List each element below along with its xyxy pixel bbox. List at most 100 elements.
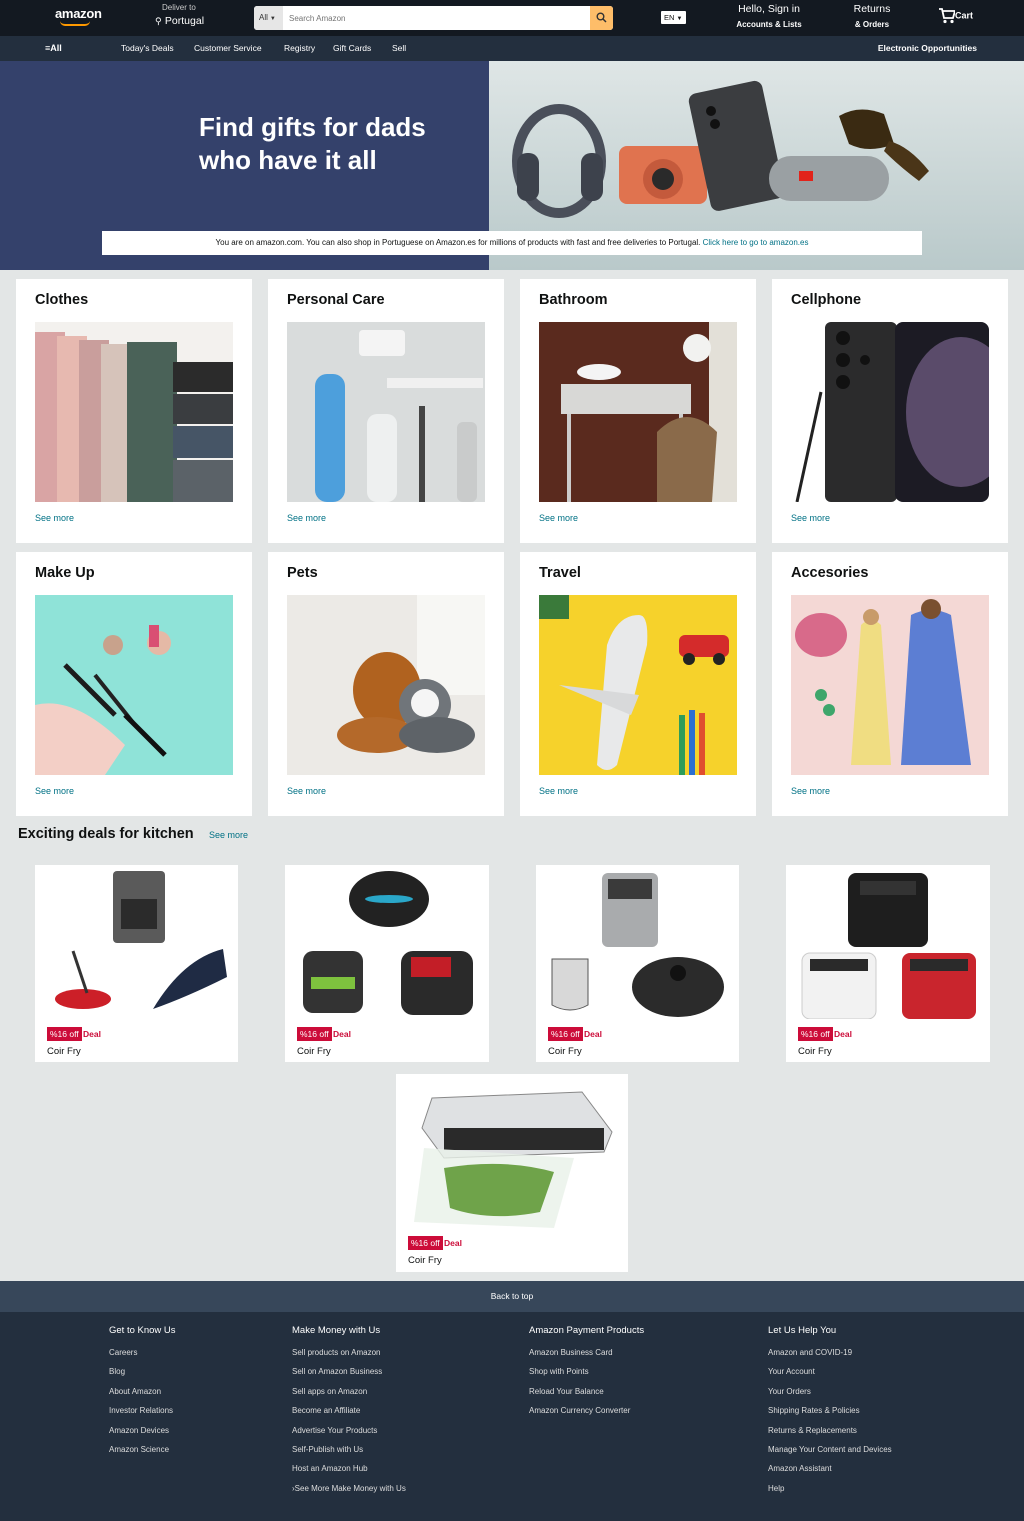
cart-icon — [939, 8, 957, 24]
footer-link[interactable]: Amazon Currency Converter — [529, 1401, 644, 1420]
nav-todays-deals[interactable]: Today's Deals — [121, 43, 174, 53]
accesories-image[interactable] — [791, 595, 989, 775]
location-pin-icon: ⚲ — [155, 16, 162, 26]
footer-link[interactable]: Amazon Science — [109, 1440, 176, 1459]
amazon-es-link[interactable]: Click here to go to amazon.es — [703, 238, 809, 247]
footer-column-get-to-know-us: Get to Know Us Careers Blog About Amazon… — [109, 1325, 176, 1459]
discount-badge: %16 off — [798, 1027, 833, 1041]
footer-link[interactable]: Host an Amazon Hub — [292, 1459, 406, 1478]
search-bar: All ▼ — [254, 6, 613, 30]
deal-image-air-fryers — [794, 869, 982, 1019]
deal-product-name: Coir Fry — [408, 1255, 442, 1266]
returns-orders[interactable]: Returns & Orders — [848, 3, 896, 29]
logo-smile-icon — [60, 21, 90, 26]
footer-link[interactable]: Amazon Devices — [109, 1421, 176, 1440]
footer-link[interactable]: Careers — [109, 1343, 176, 1362]
cellphone-image[interactable] — [791, 322, 989, 502]
see-more-link[interactable]: See more — [539, 513, 578, 523]
card-title: Personal Care — [287, 292, 385, 308]
card-title: Make Up — [35, 565, 95, 581]
card-title: Cellphone — [791, 292, 862, 308]
footer-link[interactable]: Blog — [109, 1362, 176, 1381]
deal-card[interactable]: %16 off Deal Coir Fry — [35, 865, 238, 1062]
chevron-down-icon: ▼ — [269, 16, 276, 22]
nav-gift-cards[interactable]: Gift Cards — [333, 43, 371, 53]
deal-product-name: Coir Fry — [798, 1046, 832, 1057]
card-title: Travel — [539, 565, 581, 581]
card-title: Bathroom — [539, 292, 608, 308]
footer-link[interactable]: Amazon and COVID-19 — [768, 1343, 892, 1362]
deal-card[interactable]: %16 off Deal Coir Fry — [396, 1074, 628, 1272]
deal-label: Deal — [83, 1029, 101, 1039]
amazon-logo[interactable]: amazon — [55, 6, 102, 21]
see-more-link[interactable]: See more — [287, 786, 326, 796]
bathroom-image[interactable] — [539, 322, 737, 502]
see-more-link[interactable]: See more — [539, 786, 578, 796]
footer-column-title: Make Money with Us — [292, 1325, 381, 1336]
see-more-link[interactable]: See more — [35, 513, 74, 523]
nav-all-label: All — [50, 43, 62, 53]
nav-electronic-opportunities[interactable]: Electronic Opportunities — [878, 43, 977, 53]
pets-image[interactable] — [287, 595, 485, 775]
footer-link[interactable]: Shop with Points — [529, 1362, 644, 1381]
footer-link[interactable]: Your Account — [768, 1362, 892, 1381]
deliver-to[interactable]: Deliver to ⚲ Portugal — [155, 3, 204, 27]
card-title: Accesories — [791, 565, 869, 581]
deal-image-coffee-vacuum-iron — [43, 869, 230, 1019]
see-more-link[interactable]: See more — [791, 786, 830, 796]
language-value: EN — [664, 13, 675, 22]
footer: Get to Know Us Careers Blog About Amazon… — [0, 1312, 1024, 1521]
footer-column-payment-products: Amazon Payment Products Amazon Business … — [529, 1325, 644, 1421]
deal-card[interactable]: %16 off Deal Coir Fry — [285, 865, 489, 1062]
personal-care-image[interactable] — [287, 322, 485, 502]
back-to-top-button[interactable]: Back to top — [0, 1281, 1024, 1312]
see-more-link[interactable]: See more — [287, 513, 326, 523]
search-input[interactable] — [285, 6, 585, 30]
deals-see-more-link[interactable]: See more — [209, 830, 248, 840]
see-more-link[interactable]: See more — [791, 513, 830, 523]
hero-banner[interactable]: Find gifts for dads who have it all You … — [0, 61, 1024, 270]
nav-customer-service[interactable]: Customer Service — [194, 43, 262, 53]
footer-link[interactable]: Self-Publish with Us — [292, 1440, 406, 1459]
deal-card[interactable]: %16 off Deal Coir Fry — [786, 865, 990, 1062]
footer-link[interactable]: ›See More Make Money with Us — [292, 1479, 406, 1498]
footer-link[interactable]: About Amazon — [109, 1382, 176, 1401]
footer-link[interactable]: Advertise Your Products — [292, 1421, 406, 1440]
travel-image[interactable] — [539, 595, 737, 775]
footer-link[interactable]: Amazon Assistant — [768, 1459, 892, 1478]
deal-card[interactable]: %16 off Deal Coir Fry — [536, 865, 739, 1062]
nav-registry[interactable]: Registry — [284, 43, 315, 53]
footer-link[interactable]: Sell apps on Amazon — [292, 1382, 406, 1401]
language-select[interactable]: EN ▼ — [661, 11, 686, 24]
footer-link[interactable]: Reload Your Balance — [529, 1382, 644, 1401]
top-header: amazon Deliver to ⚲ Portugal All▼ EN ▼ H… — [0, 0, 1024, 36]
footer-link[interactable]: Manage Your Content and Devices — [768, 1440, 892, 1459]
footer-column-title: Let Us Help You — [768, 1325, 837, 1336]
account-menu[interactable]: Hello, Sign in Accounts & Lists — [733, 3, 805, 29]
footer-link[interactable]: Sell on Amazon Business — [292, 1362, 406, 1381]
nav-all-menu[interactable]: ≡All — [45, 43, 62, 53]
footer-link[interactable]: Become an Affiliate — [292, 1401, 406, 1420]
clothes-image[interactable] — [35, 322, 233, 502]
footer-link[interactable]: Shipping Rates & Policies — [768, 1401, 892, 1420]
nav-sell[interactable]: Sell — [392, 43, 406, 53]
footer-link[interactable]: Your Orders — [768, 1382, 892, 1401]
account-lists: Accounts & Lists — [736, 20, 802, 29]
see-more-link[interactable]: See more — [35, 786, 74, 796]
make-up-image[interactable] — [35, 595, 233, 775]
footer-link[interactable]: Returns & Replacements — [768, 1421, 892, 1440]
footer-link[interactable]: Help — [768, 1479, 892, 1498]
footer-column-make-money: Make Money with Us Sell products on Amaz… — [292, 1325, 406, 1498]
category-card-pets: Pets See more — [268, 552, 504, 816]
footer-link[interactable]: Sell products on Amazon — [292, 1343, 406, 1362]
footer-link[interactable]: Investor Relations — [109, 1401, 176, 1420]
search-category-value: All — [259, 13, 268, 22]
cart-button[interactable]: Cart — [938, 8, 973, 24]
deal-product-name: Coir Fry — [47, 1046, 81, 1057]
search-button[interactable] — [590, 6, 613, 30]
category-card-make-up: Make Up See more — [16, 552, 252, 816]
footer-link[interactable]: Amazon Business Card — [529, 1343, 644, 1362]
search-category-select[interactable]: All ▼ — [254, 6, 283, 30]
footer-column-title: Get to Know Us — [109, 1325, 176, 1336]
category-card-accesories: Accesories See more — [772, 552, 1008, 816]
